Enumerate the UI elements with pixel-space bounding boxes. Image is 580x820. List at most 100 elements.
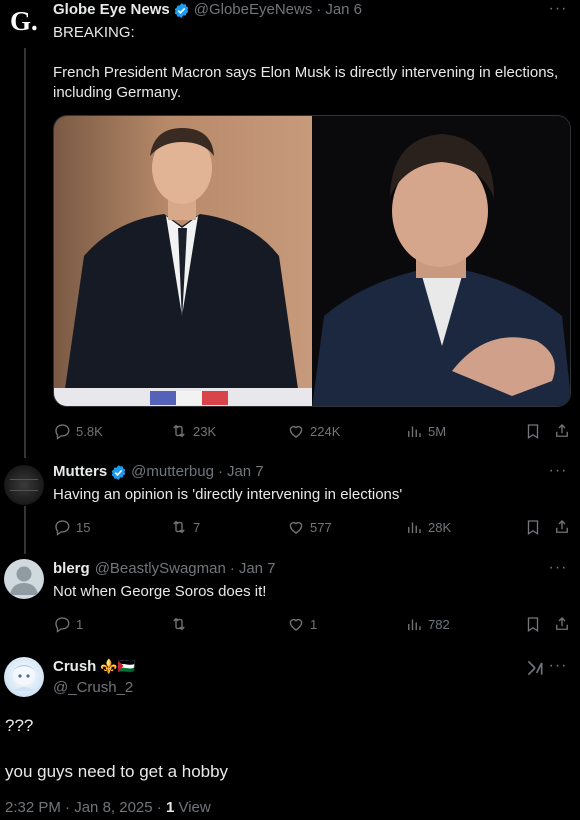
- author-name[interactable]: Mutters: [53, 462, 107, 482]
- like-icon: [289, 521, 303, 534]
- views-button[interactable]: 5M: [405, 421, 446, 441]
- views-button[interactable]: 28K: [405, 517, 451, 537]
- share-icon: [556, 520, 568, 533]
- bookmark-icon: [527, 520, 539, 536]
- more-icon[interactable]: ···: [548, 560, 568, 581]
- avatar-illustration: [12, 665, 36, 691]
- author-handle[interactable]: @_Crush_2: [53, 678, 133, 698]
- default-avatar-icon: [10, 566, 38, 595]
- bookmark-button[interactable]: [524, 614, 542, 634]
- share-button[interactable]: [553, 421, 571, 441]
- author-name[interactable]: Globe Eye News: [53, 0, 170, 20]
- views-button[interactable]: 782: [405, 614, 450, 634]
- more-icon[interactable]: ···: [548, 658, 568, 679]
- more-icon[interactable]: ···: [548, 1, 568, 22]
- tweet-text-line: ???: [5, 716, 34, 735]
- author-handle[interactable]: @GlobeEyeNews: [194, 0, 313, 20]
- tweet-text-line: BREAKING:: [53, 24, 135, 41]
- avatar[interactable]: [4, 657, 44, 697]
- reply-icon: [55, 520, 70, 536]
- tweet-media-image[interactable]: [53, 115, 571, 407]
- repost-button[interactable]: 23K: [170, 421, 216, 441]
- macron-figure: [54, 128, 312, 406]
- repost-icon: [173, 617, 185, 631]
- reply-button[interactable]: 1: [53, 614, 83, 634]
- tweet-globe-eye-news[interactable]: G. Globe Eye News @GlobeEyeNews · Jan 6 …: [0, 0, 580, 445]
- reply-button[interactable]: 15: [53, 517, 90, 537]
- bookmark-button[interactable]: [524, 421, 542, 441]
- more-icon[interactable]: ···: [548, 463, 568, 484]
- share-icon: [556, 617, 568, 630]
- tweet-date[interactable]: Jan 7: [227, 462, 264, 482]
- separator-dot: ·: [229, 560, 235, 577]
- separator-dot: ·: [217, 463, 223, 480]
- repost-button[interactable]: [170, 614, 193, 634]
- tweet-metadata: 2:32 PM · Jan 8, 2025 · 1 View: [5, 799, 211, 816]
- tweet-crush-main[interactable]: Crush ⚜️🇵🇸 @_Crush_2 ··· ??? you guys ne…: [0, 655, 580, 820]
- avatar[interactable]: [4, 465, 44, 505]
- reply-count: 5.8K: [76, 423, 103, 439]
- views-count: 5M: [428, 423, 447, 439]
- like-button[interactable]: 577: [287, 517, 332, 537]
- author-name[interactable]: Crush: [53, 657, 96, 677]
- repost-count: 7: [193, 519, 201, 535]
- tweet-date[interactable]: Jan 6: [325, 0, 362, 20]
- reply-icon: [55, 424, 70, 440]
- tweet-actions: 1 1 782: [53, 614, 573, 634]
- tweet-text-line: [53, 43, 572, 63]
- tweet-header: blerg @BeastlySwagman · Jan 7: [53, 559, 276, 579]
- tweet-blerg[interactable]: blerg @BeastlySwagman · Jan 7 ··· Not wh…: [0, 557, 580, 647]
- separator-dot: ·: [65, 799, 71, 816]
- view-count: 1: [165, 799, 175, 816]
- reply-button[interactable]: 5.8K: [53, 421, 103, 441]
- tweet-text-line: including Germany.: [53, 84, 182, 101]
- like-count: 1: [310, 616, 318, 632]
- repost-icon: [173, 424, 185, 438]
- tweet-text: Not when George Soros does it!: [53, 583, 267, 600]
- tweet-header: Globe Eye News @GlobeEyeNews · Jan 6: [53, 0, 362, 20]
- tweet-text-line: French President Macron says Elon Musk i…: [53, 64, 559, 81]
- reply-count: 1: [76, 616, 84, 632]
- tweet-full-date[interactable]: Jan 8, 2025: [74, 799, 152, 816]
- verified-icon: [174, 2, 188, 18]
- views-label: View: [178, 799, 211, 816]
- reply-icon: [55, 617, 70, 633]
- tweet-mutters[interactable]: Mutters @mutterbug · Jan 7 ··· Having an…: [0, 460, 580, 555]
- tweet-date[interactable]: Jan 7: [239, 559, 276, 579]
- grok-icon[interactable]: [525, 658, 545, 678]
- repost-icon: [173, 520, 185, 534]
- photo-macron: [54, 116, 312, 406]
- like-icon: [289, 425, 303, 438]
- tweet-actions: 15 7 577 28K: [53, 517, 573, 537]
- share-button[interactable]: [553, 614, 571, 634]
- tweet-time[interactable]: 2:32 PM: [5, 799, 61, 816]
- bookmark-icon: [527, 617, 539, 633]
- avatar-logo: G.: [10, 6, 38, 36]
- like-button[interactable]: 224K: [287, 421, 340, 441]
- tweet-header: Mutters @mutterbug · Jan 7: [53, 462, 264, 482]
- separator-dot: ·: [316, 1, 322, 18]
- like-count: 224K: [310, 423, 341, 439]
- share-icon: [556, 424, 568, 437]
- bookmark-button[interactable]: [524, 517, 542, 537]
- repost-button[interactable]: 7: [170, 517, 200, 537]
- views-count: 28K: [428, 519, 452, 535]
- author-handle[interactable]: @mutterbug: [131, 462, 214, 482]
- avatar[interactable]: [4, 559, 44, 599]
- like-icon: [289, 618, 303, 631]
- photo-musk: [312, 116, 570, 406]
- reply-count: 15: [76, 519, 91, 535]
- tweet-header: Crush ⚜️🇵🇸: [53, 657, 135, 677]
- views-icon: [408, 426, 421, 437]
- like-button[interactable]: 1: [287, 614, 317, 634]
- repost-count: 23K: [193, 423, 217, 439]
- tweet-text-line: you guys need to get a hobby: [5, 762, 229, 781]
- avatar[interactable]: G.: [4, 2, 44, 42]
- tweet-actions: 5.8K 23K 224K 5M: [53, 421, 573, 441]
- bookmark-icon: [527, 424, 539, 440]
- author-name[interactable]: blerg: [53, 559, 90, 579]
- musk-figure: [312, 134, 570, 406]
- share-button[interactable]: [553, 517, 571, 537]
- author-handle[interactable]: @BeastlySwagman: [95, 559, 226, 579]
- views-count: 782: [428, 616, 450, 632]
